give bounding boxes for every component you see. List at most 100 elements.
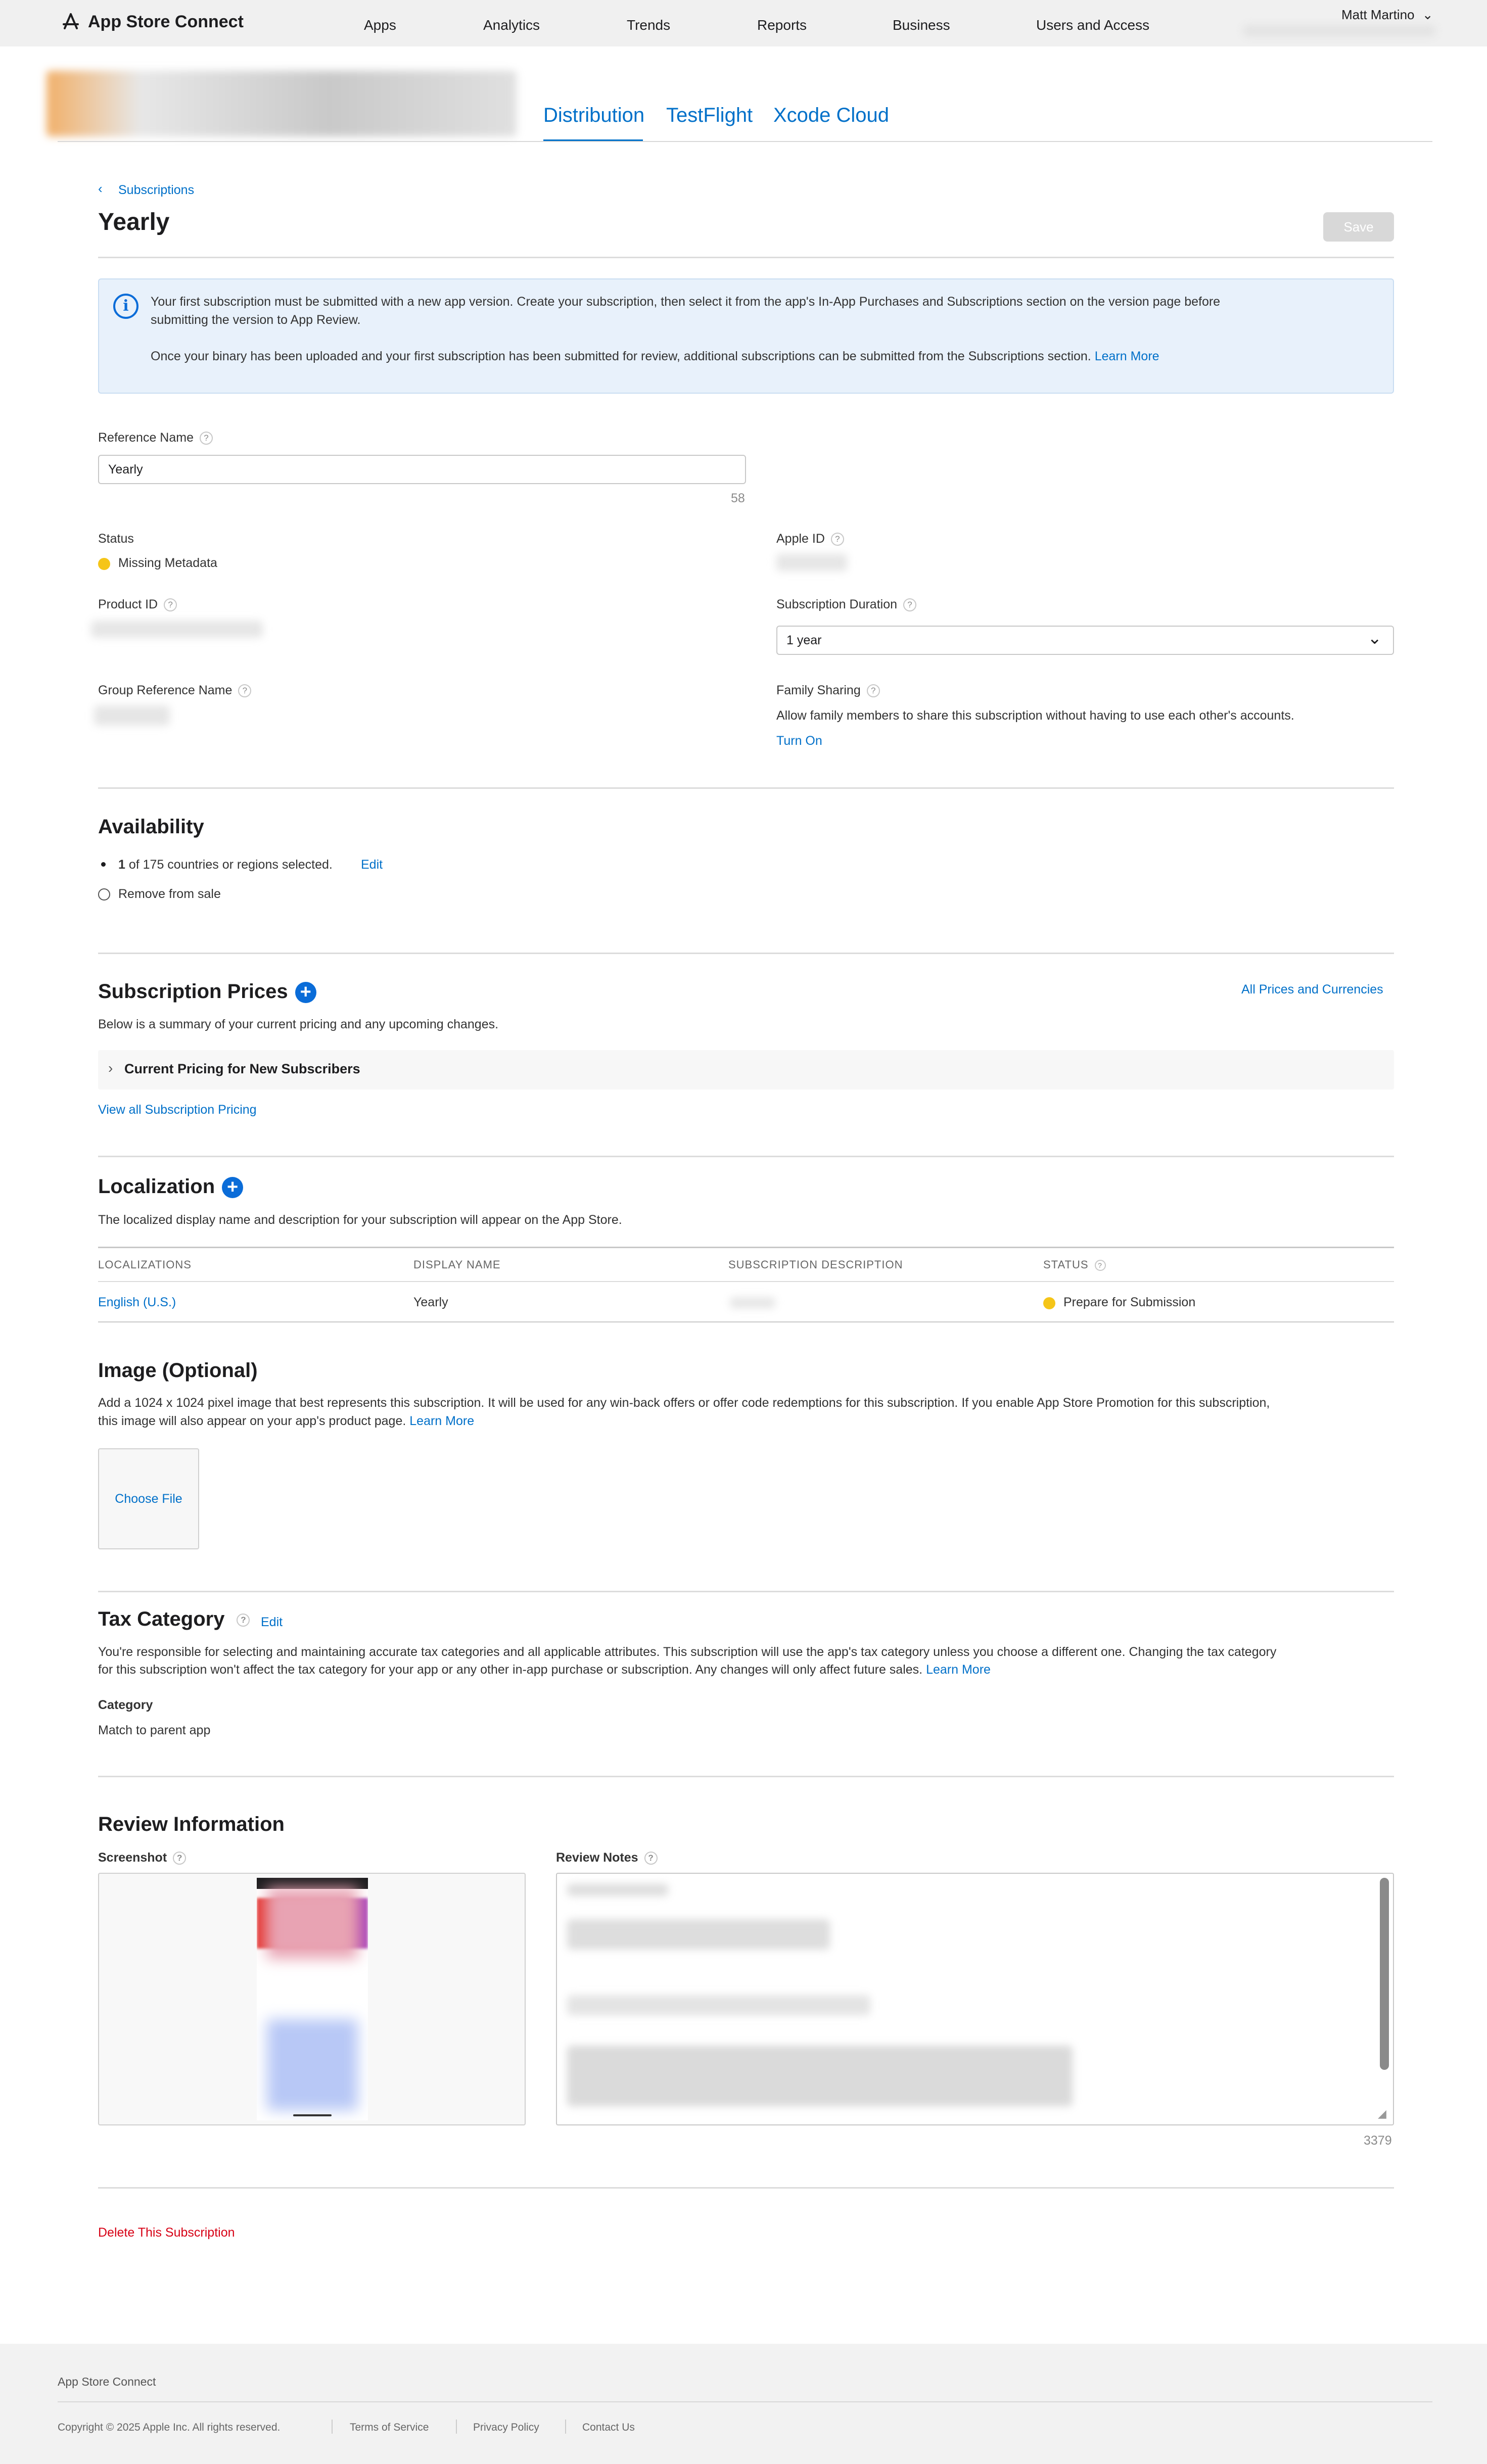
screenshot-label-text: Screenshot [98, 1851, 167, 1865]
review-notes-textarea[interactable]: ◢ [556, 1873, 1394, 2125]
thumb-blur-top [267, 1888, 358, 1959]
help-icon[interactable]: ? [238, 684, 252, 698]
tab-testflight[interactable]: TestFlight [666, 104, 753, 127]
nav-trends[interactable]: Trends [627, 17, 670, 33]
footer: App Store Connect Copyright © 2025 Apple… [0, 2344, 1487, 2464]
breadcrumb-subscriptions[interactable]: Subscriptions [118, 183, 194, 198]
tab-xcode-cloud[interactable]: Xcode Cloud [773, 104, 889, 127]
nav-reports[interactable]: Reports [757, 17, 807, 33]
screenshot-box[interactable] [98, 1873, 526, 2125]
family-sharing-label: Family Sharing? [776, 683, 880, 698]
family-sharing-turn-on[interactable]: Turn On [776, 734, 822, 748]
tax-title: Tax Category? [98, 1608, 250, 1631]
page-title: Yearly [98, 209, 170, 235]
notes-blurred-2 [567, 1919, 830, 1950]
nav-users-and-access[interactable]: Users and Access [1036, 17, 1149, 33]
notes-blurred-4 [567, 2046, 1073, 2106]
view-all-pricing-link[interactable]: View all Subscription Pricing [98, 1103, 257, 1117]
user-menu[interactable]: Matt Martino ⌄ [1341, 7, 1433, 23]
current-pricing-disclosure[interactable]: › Current Pricing for New Subscribers [98, 1050, 1394, 1089]
help-icon[interactable]: ? [830, 533, 844, 546]
notes-blurred-1 [567, 1884, 668, 1896]
image-learn-more-link[interactable]: Learn More [409, 1414, 474, 1428]
image-title: Image (Optional) [98, 1359, 258, 1382]
info-line-1: Your first subscription must be submitte… [151, 295, 1221, 309]
chevron-right-icon: › [108, 1060, 113, 1076]
help-icon[interactable]: ? [1094, 1260, 1106, 1271]
help-icon[interactable]: ? [644, 1852, 658, 1865]
reference-name-label-text: Reference Name [98, 431, 194, 445]
tax-title-text: Tax Category [98, 1608, 225, 1630]
help-icon[interactable]: ? [237, 1614, 250, 1627]
brand-title[interactable]: App Store Connect [88, 12, 244, 32]
tab-distribution[interactable]: Distribution [543, 104, 644, 127]
footer-terms-link[interactable]: Terms of Service [350, 2422, 429, 2434]
availability-edit-link[interactable]: Edit [361, 858, 383, 872]
thumb-home-indicator [293, 2114, 332, 2116]
prices-title-text: Subscription Prices [98, 980, 288, 1003]
all-prices-link[interactable]: All Prices and Currencies [1241, 982, 1383, 997]
prices-desc: Below is a summary of your current prici… [98, 1017, 499, 1031]
tax-learn-more-link[interactable]: Learn More [926, 1663, 991, 1677]
table-bottom-border [98, 1321, 1394, 1322]
blurred-team-name [1243, 25, 1435, 36]
add-price-button[interactable]: + [295, 982, 316, 1004]
footer-brand: App Store Connect [58, 2375, 156, 2388]
footer-divider [58, 2401, 1432, 2402]
footer-contact-link[interactable]: Contact Us [582, 2422, 635, 2434]
footer-copyright: Copyright © 2025 Apple Inc. All rights r… [58, 2422, 281, 2433]
tax-edit-link[interactable]: Edit [261, 1615, 283, 1630]
duration-select[interactable]: 1 year ⌄ [776, 626, 1394, 655]
availability-count-text: of 175 countries or regions selected. [128, 858, 333, 872]
divider [98, 787, 1394, 789]
reference-name-count: 58 [731, 491, 745, 505]
duration-value: 1 year [786, 633, 822, 647]
product-id-blurred [91, 621, 263, 638]
localization-desc: The localized display name and descripti… [98, 1213, 622, 1227]
choose-file-button[interactable]: Choose File [98, 1448, 199, 1549]
table-row[interactable]: English (U.S.) Yearly Prepare for Submis… [98, 1282, 1394, 1321]
top-nav: App Store Connect Apps Analytics Trends … [0, 0, 1487, 46]
notes-scrollbar[interactable] [1380, 1878, 1389, 2070]
help-icon[interactable]: ? [173, 1852, 187, 1865]
info-line-1b: submitting the version to App Review. [151, 313, 361, 327]
row-display-name: Yearly [413, 1295, 448, 1309]
family-label-text: Family Sharing [776, 683, 861, 697]
nav-apps[interactable]: Apps [364, 17, 396, 33]
save-button[interactable]: Save [1323, 212, 1394, 242]
resize-handle-icon[interactable]: ◢ [1378, 2107, 1386, 2120]
col-display-name: DISPLAY NAME [413, 1258, 501, 1271]
product-id-label-text: Product ID [98, 597, 158, 611]
localization-title: Localization + [98, 1175, 244, 1199]
thumb-blur-bottom [267, 2019, 358, 2110]
help-icon[interactable]: ? [164, 598, 177, 612]
tax-desc-2-text: for this subscription won't affect the t… [98, 1663, 923, 1677]
add-localization-button[interactable]: + [222, 1177, 244, 1199]
remove-from-sale-radio[interactable] [98, 888, 110, 901]
row-locale-link[interactable]: English (U.S.) [98, 1295, 176, 1310]
review-notes-label: Review Notes? [556, 1851, 658, 1865]
delete-subscription-link[interactable]: Delete This Subscription [98, 2225, 235, 2240]
chevron-left-icon[interactable]: ‹ [98, 181, 103, 197]
review-notes-label-text: Review Notes [556, 1851, 638, 1865]
status-value: Missing Metadata [118, 556, 217, 570]
duration-label: Subscription Duration? [776, 597, 917, 612]
status-dot-icon [98, 558, 110, 570]
footer-privacy-link[interactable]: Privacy Policy [473, 2422, 539, 2434]
help-icon[interactable]: ? [903, 598, 917, 612]
tax-category-label: Category [98, 1698, 153, 1712]
reference-name-input[interactable]: Yearly [98, 455, 746, 484]
info-line-2-text: Once your binary has been uploaded and y… [151, 349, 1091, 363]
localization-title-text: Localization [98, 1175, 215, 1198]
bullet-dot [101, 862, 106, 867]
divider [98, 1156, 1394, 1157]
nav-analytics[interactable]: Analytics [483, 17, 540, 33]
help-icon[interactable]: ? [199, 432, 213, 445]
help-icon[interactable]: ? [866, 684, 880, 698]
app-icon-and-name-blurred [47, 71, 517, 136]
header-divider [58, 141, 1432, 142]
nav-business[interactable]: Business [893, 17, 950, 33]
notes-blurred-3 [567, 1995, 870, 2015]
info-learn-more-link[interactable]: Learn More [1095, 349, 1159, 363]
chevron-down-icon: ⌄ [1422, 7, 1433, 22]
